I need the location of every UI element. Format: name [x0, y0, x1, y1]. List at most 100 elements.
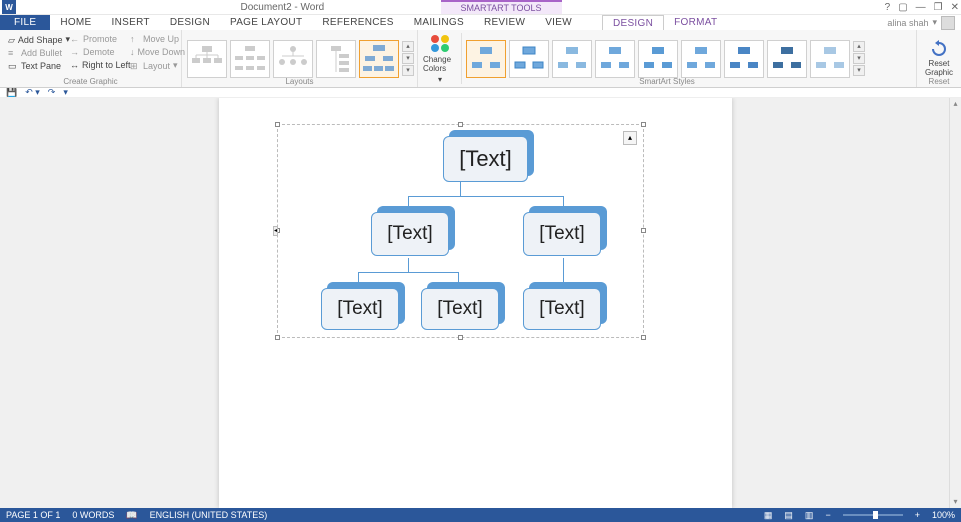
text-pane-toggle[interactable]: ◂	[273, 226, 278, 236]
vertical-scrollbar[interactable]: ▴ ▾	[949, 98, 961, 508]
resize-handle-bl[interactable]	[275, 335, 280, 340]
tab-view[interactable]: VIEW	[535, 15, 582, 30]
view-read-mode-icon[interactable]: ▦	[764, 510, 773, 521]
status-language[interactable]: ENGLISH (UNITED STATES)	[150, 510, 268, 520]
undo-icon[interactable]: ↶ ▾	[25, 87, 40, 98]
resize-handle-tr[interactable]	[641, 122, 646, 127]
tab-file[interactable]: FILE	[0, 15, 50, 30]
zoom-slider[interactable]	[843, 514, 903, 516]
layout-option-3[interactable]	[273, 40, 313, 78]
style-option-4[interactable]	[595, 40, 635, 78]
rtl-icon: ↔	[70, 60, 79, 70]
resize-handle-rm[interactable]	[641, 228, 646, 233]
reset-graphic-button[interactable]: Reset Graphic	[919, 34, 959, 83]
org-node-l2-left[interactable]: [Text]	[371, 212, 449, 256]
tab-design[interactable]: DESIGN	[160, 15, 220, 30]
restore-icon[interactable]: ❐	[934, 2, 943, 13]
style-option-8[interactable]	[767, 40, 807, 78]
status-words[interactable]: 0 WORDS	[72, 510, 114, 520]
help-icon[interactable]: ?	[885, 2, 891, 13]
scroll-down-icon[interactable]: ▾	[950, 496, 961, 508]
group-label-reset: Reset	[917, 77, 961, 86]
right-to-left-button[interactable]: ↔Right to Left	[67, 59, 127, 71]
redo-icon[interactable]: ↷	[48, 87, 56, 98]
layouts-scroll-up[interactable]: ▴	[402, 41, 414, 52]
tab-home[interactable]: HOME	[50, 15, 101, 30]
group-label-create-graphic: Create Graphic	[0, 77, 181, 86]
tab-references[interactable]: REFERENCES	[312, 15, 403, 30]
tab-page-layout[interactable]: PAGE LAYOUT	[220, 15, 312, 30]
org-node-text: [Text]	[321, 288, 399, 330]
resize-handle-bm[interactable]	[458, 335, 463, 340]
styles-scroll-up[interactable]: ▴	[853, 41, 865, 52]
demote-button[interactable]: →Demote	[67, 46, 127, 58]
org-node-l3-1[interactable]: [Text]	[321, 288, 399, 330]
move-down-button[interactable]: ↓Move Down	[127, 46, 187, 58]
style-option-9[interactable]	[810, 40, 850, 78]
user-name-label: alina shah	[887, 18, 928, 28]
scroll-up-icon[interactable]: ▴	[950, 98, 961, 110]
ribbon-display-options-icon[interactable]: ▢	[898, 2, 907, 13]
layout-option-1[interactable]	[187, 40, 227, 78]
add-shape-button[interactable]: ▱Add Shape ▾	[5, 33, 67, 46]
add-bullet-icon: ≡	[8, 48, 18, 58]
layout-option-5-selected[interactable]	[359, 40, 399, 78]
org-node-l3-2[interactable]: [Text]	[421, 288, 499, 330]
qat-customize-icon[interactable]: ▾	[63, 87, 68, 98]
account-user[interactable]: alina shah ▾	[887, 15, 961, 30]
style-option-6[interactable]	[681, 40, 721, 78]
org-node-text: [Text]	[443, 136, 528, 182]
save-icon[interactable]: 💾	[6, 87, 17, 98]
smartart-frame[interactable]: ◂ ▴ [Text] [Text] [Text] [Text] [Text]	[277, 124, 644, 338]
org-node-text: [Text]	[421, 288, 499, 330]
styles-scroll-down[interactable]: ▾	[853, 53, 865, 64]
layouts-more-button[interactable]: ▾	[402, 65, 414, 76]
status-page[interactable]: PAGE 1 OF 1	[6, 510, 60, 520]
zoom-level[interactable]: 100%	[932, 510, 955, 520]
text-pane-button[interactable]: ▭Text Pane	[5, 60, 67, 72]
tab-insert[interactable]: INSERT	[102, 15, 160, 30]
view-print-layout-icon[interactable]: ▤	[784, 510, 793, 521]
org-node-text: [Text]	[523, 212, 601, 256]
close-icon[interactable]: ✕	[951, 2, 959, 13]
tab-smartart-format[interactable]: FORMAT	[664, 15, 727, 30]
org-chart: [Text] [Text] [Text] [Text] [Text] [Text…	[283, 130, 638, 332]
styles-more-button[interactable]: ▾	[853, 65, 865, 76]
demote-icon: →	[70, 47, 80, 57]
promote-button[interactable]: ←Promote	[67, 33, 127, 45]
minimize-icon[interactable]: —	[916, 2, 926, 13]
contextual-tools-label: SMARTART TOOLS	[441, 0, 562, 14]
status-proofing-icon[interactable]: 📖	[126, 510, 137, 521]
connector	[358, 272, 458, 273]
layout-option-4[interactable]	[316, 40, 356, 78]
resize-handle-tl[interactable]	[275, 122, 280, 127]
org-node-l2-right[interactable]: [Text]	[523, 212, 601, 256]
org-node-root[interactable]: [Text]	[443, 136, 528, 182]
add-bullet-button[interactable]: ≡Add Bullet	[5, 47, 67, 59]
layout-option-2[interactable]	[230, 40, 270, 78]
tab-mailings[interactable]: MAILINGS	[404, 15, 474, 30]
move-up-button[interactable]: ↑Move Up	[127, 33, 187, 45]
resize-handle-tm[interactable]	[458, 122, 463, 127]
zoom-in-button[interactable]: +	[915, 510, 920, 520]
layout-button[interactable]: ⊞Layout ▾	[127, 59, 187, 72]
style-option-2[interactable]	[509, 40, 549, 78]
tab-review[interactable]: REVIEW	[474, 15, 535, 30]
tab-smartart-design[interactable]: DESIGN	[602, 15, 664, 30]
view-web-layout-icon[interactable]: ▥	[805, 510, 814, 521]
org-node-l3-3[interactable]: [Text]	[523, 288, 601, 330]
resize-handle-br[interactable]	[641, 335, 646, 340]
style-option-5[interactable]	[638, 40, 678, 78]
group-layouts: ▴ ▾ ▾ Layouts	[182, 30, 418, 87]
style-option-7[interactable]	[724, 40, 764, 78]
word-app-icon: W	[2, 0, 16, 14]
connector	[460, 182, 461, 196]
style-option-1-selected[interactable]	[466, 40, 506, 78]
document-title: Document2 - Word	[241, 2, 325, 13]
layouts-scroll-down[interactable]: ▾	[402, 53, 414, 64]
style-option-3[interactable]	[552, 40, 592, 78]
layout-icon: ⊞	[130, 61, 140, 71]
user-dropdown-icon: ▾	[932, 17, 937, 28]
layouts-gallery-scroll: ▴ ▾ ▾	[402, 41, 414, 76]
zoom-out-button[interactable]: −	[825, 510, 830, 520]
